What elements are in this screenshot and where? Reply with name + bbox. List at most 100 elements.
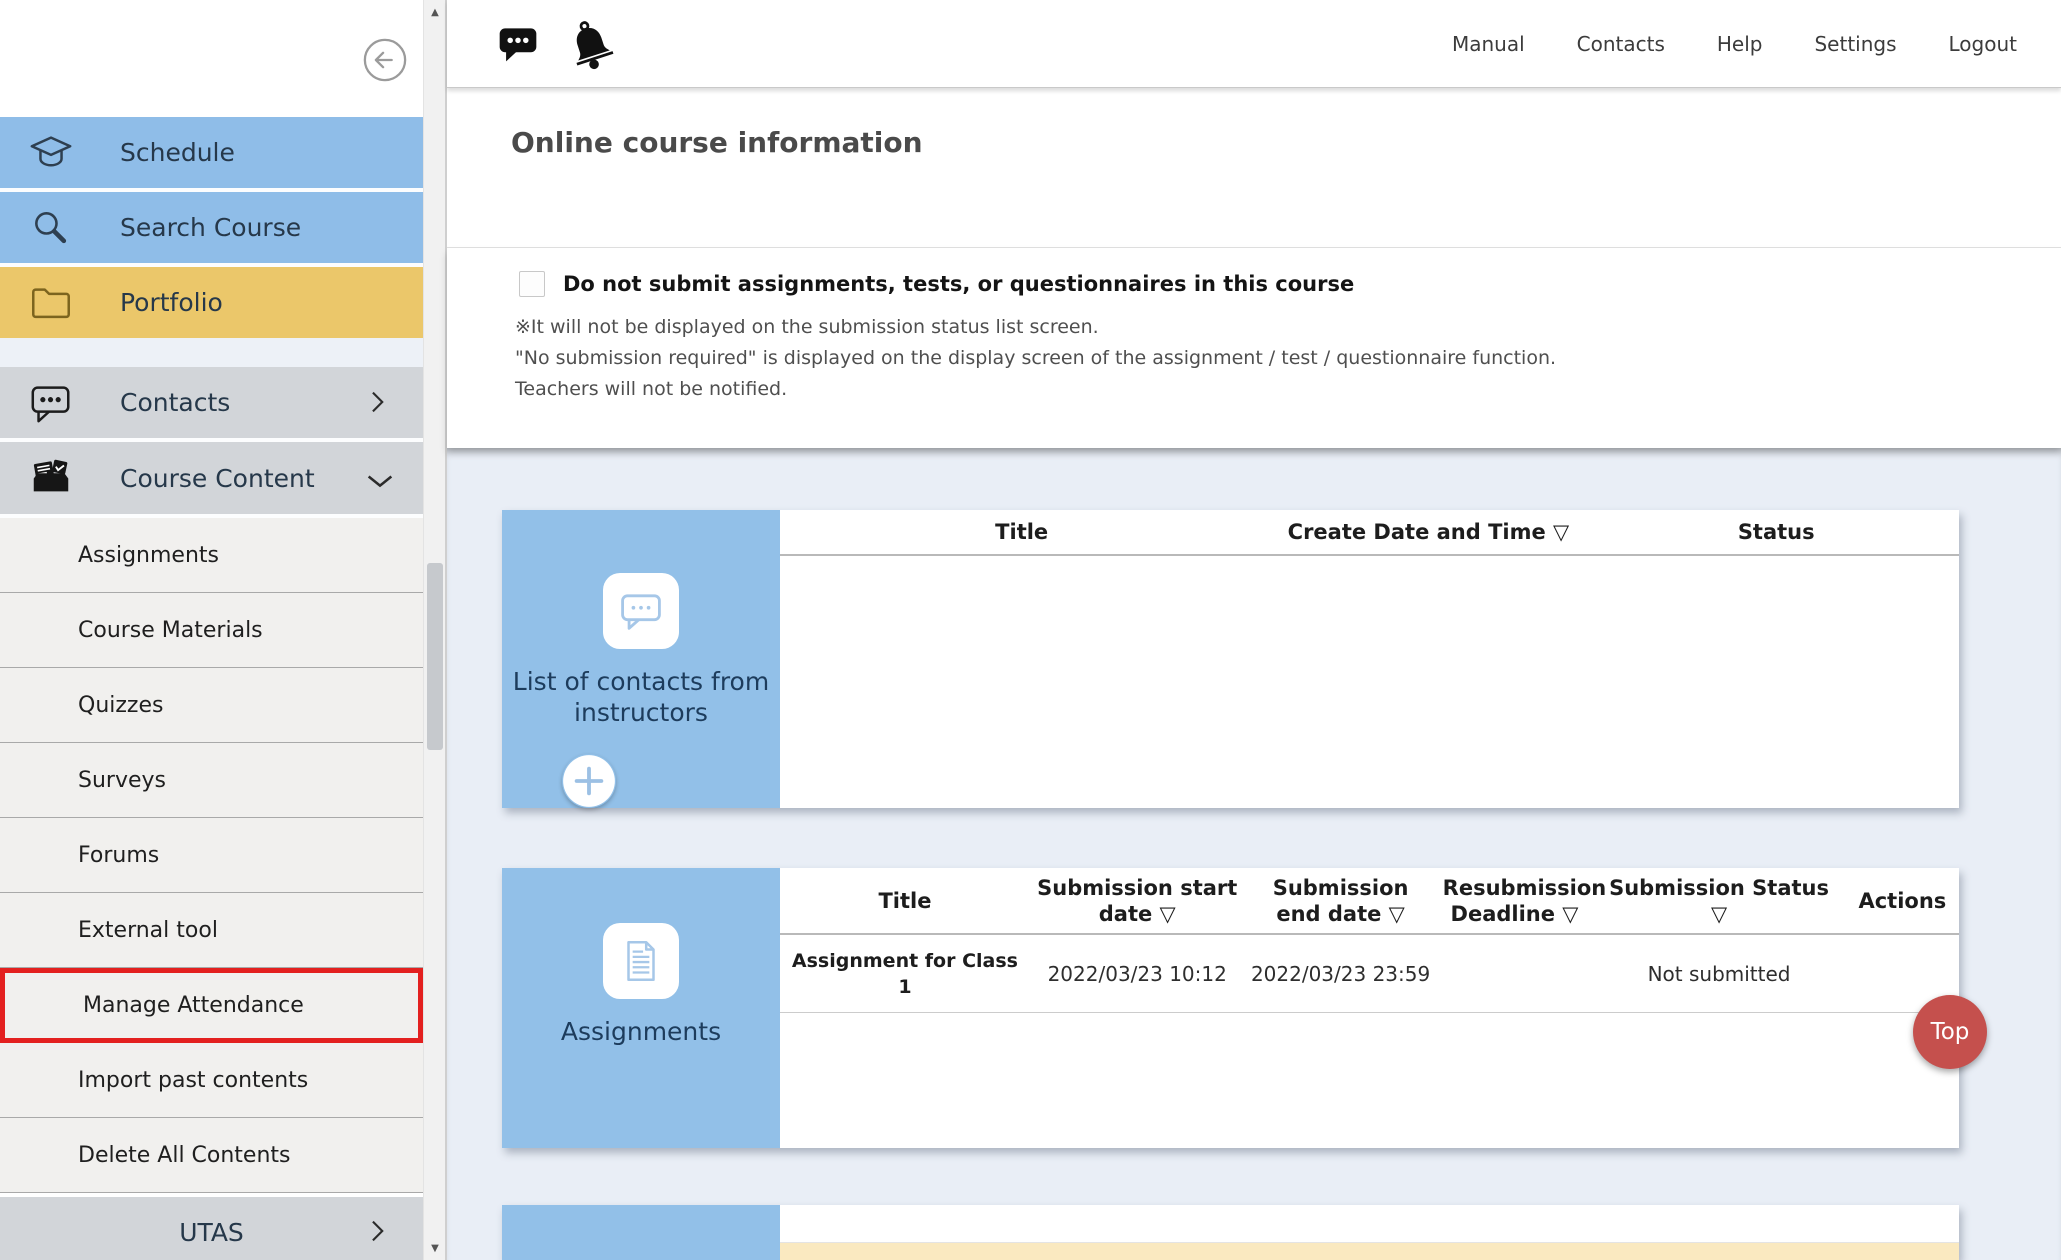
page-title: Online course information — [447, 88, 2061, 159]
note-line: Teachers will not be notified. — [515, 374, 2061, 405]
add-contact-button[interactable] — [562, 754, 616, 808]
sidebar-item-label: Schedule — [120, 138, 235, 167]
column-header-submission-end-date[interactable]: Submission end date ▽ — [1245, 875, 1437, 927]
plus-icon — [562, 754, 616, 808]
contacts-table: List of contacts from instructors TitleC… — [502, 510, 1959, 808]
sidebar-item-label: Assignments — [78, 543, 219, 568]
sidebar-item-manage-attendance[interactable]: Manage Attendance — [0, 968, 423, 1043]
cell: 2022/03/23 23:59 — [1245, 961, 1437, 987]
cell: 2022/03/23 10:12 — [1030, 961, 1245, 987]
scrollbar-down-arrow[interactable]: ▼ — [424, 1238, 446, 1258]
topbar-link-logout[interactable]: Logout — [1949, 32, 2017, 56]
assignments-rows: Assignment for Class 12022/03/23 10:1220… — [780, 935, 1959, 1148]
note-line: ※It will not be displayed on the submiss… — [515, 312, 2061, 343]
sidebar-item-forums[interactable]: Forums — [0, 818, 423, 893]
scrollbar-thumb[interactable] — [427, 563, 443, 750]
sidebar-header — [0, 0, 423, 117]
sidebar-item-course-materials[interactable]: Course Materials — [0, 593, 423, 668]
sidebar-items: ScheduleSearch CoursePortfolioContactsCo… — [0, 117, 423, 1260]
column-header-status: Status — [1593, 519, 1958, 545]
app-window: ScheduleSearch CoursePortfolioContactsCo… — [0, 0, 2061, 1260]
chevron-right-icon — [363, 1217, 393, 1247]
contacts-card: List of contacts from instructors — [502, 510, 780, 808]
sidebar-item-label: Quizzes — [78, 693, 163, 718]
sidebar-item-label: External tool — [78, 918, 218, 943]
contacts-table-body: TitleCreate Date and Time ▽Status — [780, 510, 1959, 808]
sidebar-group-gap — [0, 338, 423, 367]
back-arrow-icon — [362, 37, 408, 83]
table-row: Assignment for Class 12022/03/23 10:1220… — [780, 935, 1959, 1013]
document-icon — [603, 923, 679, 999]
sidebar-item-assignments[interactable]: Assignments — [0, 518, 423, 593]
checkbox-row: Do not submit assignments, tests, or que… — [447, 248, 2061, 297]
topbar-link-contacts[interactable]: Contacts — [1577, 32, 1665, 56]
content-zone: List of contacts from instructors TitleC… — [447, 448, 2061, 1260]
sidebar-item-label: Manage Attendance — [83, 993, 304, 1018]
contacts-rows — [780, 556, 1959, 808]
topbar-menu: Manual Contacts Help Settings Logout — [1452, 32, 2061, 56]
title-zone: Online course information — [447, 88, 2061, 248]
column-header-title: Title — [780, 888, 1030, 914]
main-area: Manual Contacts Help Settings Logout Online … — [445, 0, 2061, 1260]
sidebar-item-label: Search Course — [120, 213, 301, 242]
cell: Assignment for Class 1 — [780, 948, 1030, 1000]
folder-icon — [28, 280, 74, 326]
topbar-icons — [447, 18, 617, 70]
sidebar-item-import-past-contents[interactable]: Import past contents — [0, 1043, 423, 1118]
sidebar-item-delete-all-contents[interactable]: Delete All Contents — [0, 1118, 423, 1193]
no-submit-checkbox-label: Do not submit assignments, tests, or que… — [563, 272, 1354, 296]
topbar-link-manual[interactable]: Manual — [1452, 32, 1525, 56]
topbar-link-help[interactable]: Help — [1717, 32, 1763, 56]
sidebar-item-label: UTAS — [179, 1218, 244, 1247]
sidebar-item-label: Surveys — [78, 768, 166, 793]
contacts-card-label: List of contacts from instructors — [502, 666, 780, 728]
sidebar-item-label: Course Materials — [78, 618, 263, 643]
third-card — [502, 1205, 780, 1260]
graduation-cap-icon — [28, 130, 74, 176]
sidebar-item-course-content[interactable]: Course Content — [0, 442, 423, 514]
bell-icon[interactable] — [565, 18, 617, 70]
course-box-icon — [28, 455, 74, 501]
note-line: "No submission required" is displayed on… — [515, 343, 2061, 374]
chat-icon[interactable] — [495, 22, 541, 66]
sidebar-scrollbar[interactable]: ▲ ▼ — [423, 0, 445, 1260]
cell: Not submitted — [1592, 961, 1845, 987]
contacts-table-header: TitleCreate Date and Time ▽Status — [780, 510, 1959, 556]
notes: ※It will not be displayed on the submiss… — [515, 312, 2061, 405]
sidebar-item-label: Import past contents — [78, 1068, 308, 1093]
third-table — [502, 1205, 1959, 1260]
scrollbar-up-arrow[interactable]: ▲ — [424, 2, 446, 22]
third-table-body — [780, 1205, 1959, 1260]
assignments-table-body: TitleSubmission start date ▽Submission e… — [780, 868, 1959, 1148]
sidebar-collapse-button[interactable] — [360, 36, 410, 86]
sidebar-item-search-course[interactable]: Search Course — [0, 192, 423, 263]
sidebar: ScheduleSearch CoursePortfolioContactsCo… — [0, 0, 423, 1260]
sidebar-item-contacts[interactable]: Contacts — [0, 367, 423, 438]
no-submit-checkbox[interactable] — [519, 271, 545, 297]
sidebar-item-label: Portfolio — [120, 288, 223, 317]
submission-settings-panel: Do not submit assignments, tests, or que… — [447, 248, 2061, 448]
sidebar-item-utas[interactable]: UTAS — [0, 1197, 423, 1260]
sidebar-item-quizzes[interactable]: Quizzes — [0, 668, 423, 743]
sidebar-item-external-tool[interactable]: External tool — [0, 893, 423, 968]
sidebar-item-schedule[interactable]: Schedule — [0, 117, 423, 188]
topbar-link-settings[interactable]: Settings — [1814, 32, 1896, 56]
column-header-title: Title — [780, 519, 1263, 545]
column-header-submission-start-date[interactable]: Submission start date ▽ — [1030, 875, 1245, 927]
assignments-card: Assignments — [502, 868, 780, 1148]
assignments-table-header: TitleSubmission start date ▽Submission e… — [780, 868, 1959, 935]
highlighted-row — [780, 1243, 1959, 1260]
column-header-submission-status[interactable]: Submission Status ▽ — [1592, 875, 1845, 927]
column-header-actions: Actions — [1846, 888, 1959, 914]
sidebar-item-surveys[interactable]: Surveys — [0, 743, 423, 818]
assignments-card-label: Assignments — [561, 1016, 721, 1047]
column-header-resubmission-deadline[interactable]: Resubmission Deadline ▽ — [1437, 875, 1593, 927]
search-icon — [28, 205, 74, 251]
sidebar-item-label: Forums — [78, 843, 159, 868]
chevron-right-icon — [363, 388, 393, 418]
sidebar-item-label: Delete All Contents — [78, 1143, 291, 1168]
sidebar-item-portfolio[interactable]: Portfolio — [0, 267, 423, 338]
scroll-top-button[interactable]: Top — [1913, 995, 1987, 1069]
column-header-create-date-and-time[interactable]: Create Date and Time ▽ — [1263, 519, 1593, 545]
assignments-table: Assignments TitleSubmission start date ▽… — [502, 868, 1959, 1148]
